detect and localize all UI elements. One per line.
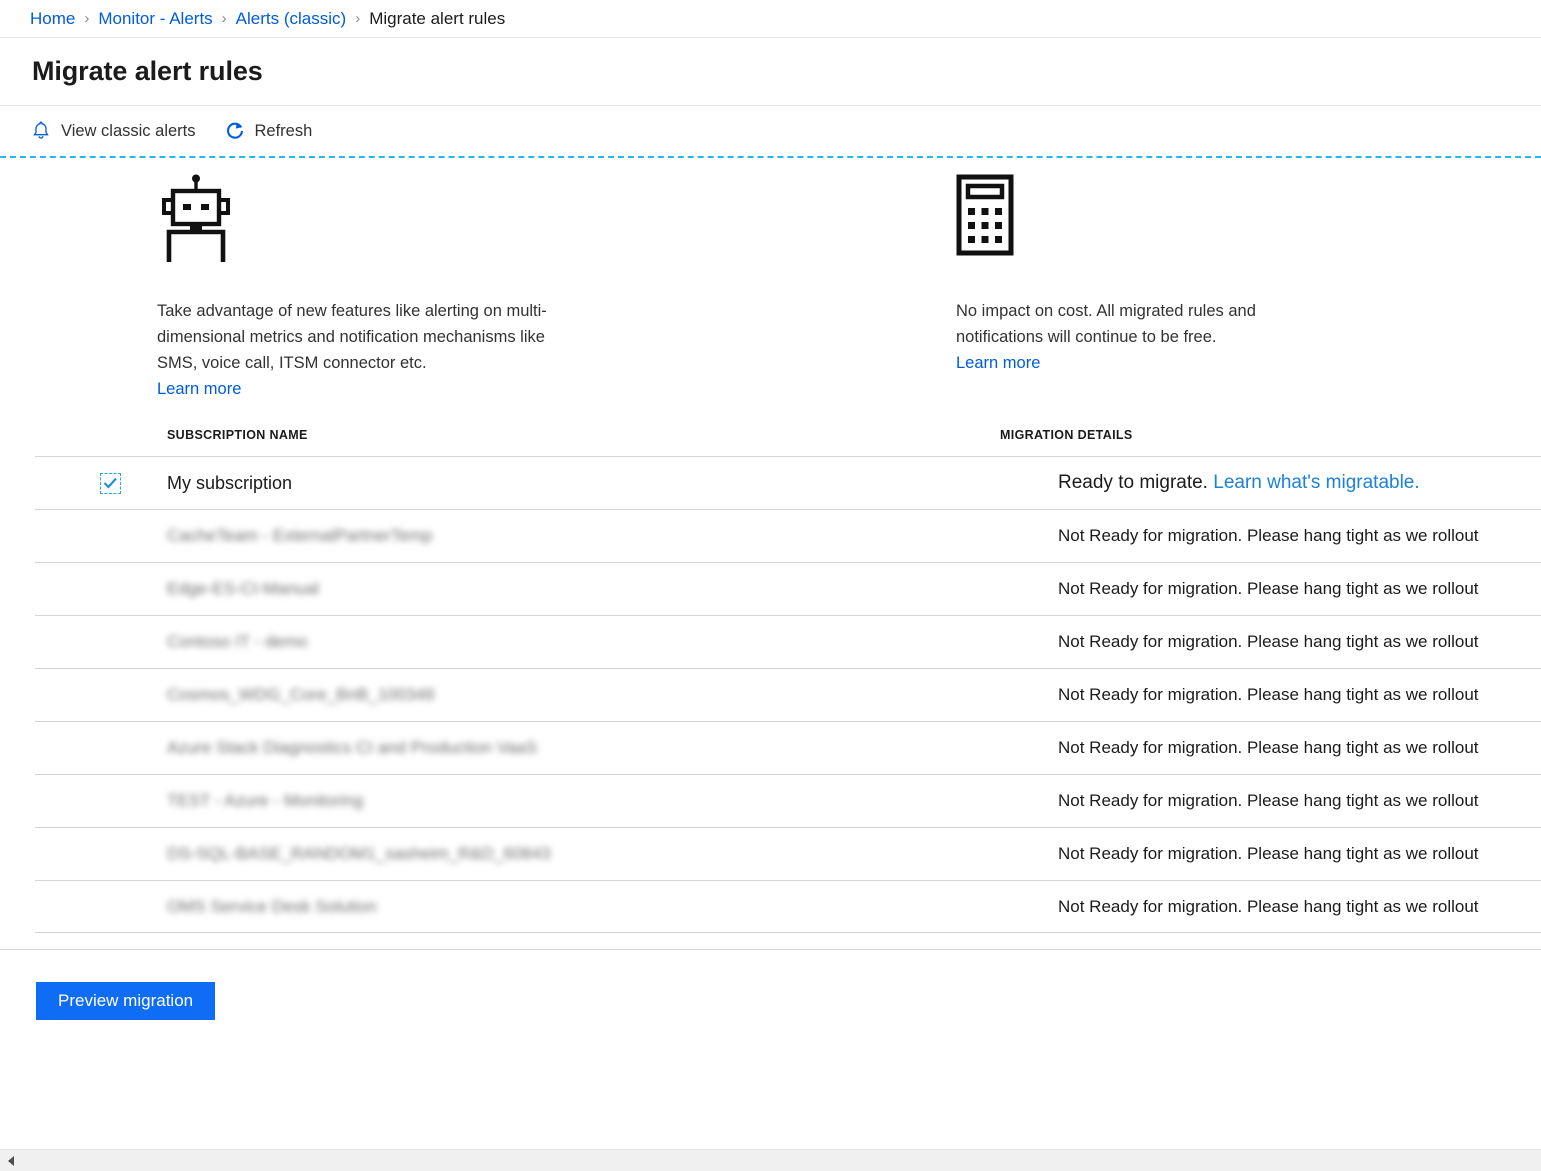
horizontal-scrollbar[interactable] bbox=[0, 1149, 1541, 1171]
migration-status-text: Not Ready for migration. Please hang tig… bbox=[1058, 579, 1479, 598]
table-row[interactable]: OMS Service Desk Solution Not Ready for m… bbox=[35, 880, 1541, 933]
subscription-name-cell: DS-SQL-BASE_RANDOM1_sasheim_R&D_60843 bbox=[167, 844, 1035, 864]
preview-migration-button[interactable]: Preview migration bbox=[36, 982, 215, 1020]
migration-status-text: Ready to migrate. bbox=[1058, 472, 1208, 493]
migration-status-text: Not Ready for migration. Please hang tig… bbox=[1058, 897, 1479, 916]
breadcrumb: Home › Monitor - Alerts › Alerts (classi… bbox=[0, 0, 1541, 38]
calculator-icon bbox=[956, 174, 1336, 270]
subscription-name-cell: Azure Stack Diagnostics CI and Productio… bbox=[167, 738, 1035, 758]
breadcrumb-item-alerts-classic[interactable]: Alerts (classic) bbox=[236, 9, 347, 29]
row-checkbox[interactable] bbox=[100, 473, 121, 494]
subscription-name-cell: Edge-ES-CI-Manual bbox=[167, 579, 1035, 599]
table-row[interactable]: Azure Stack Diagnostics CI and Productio… bbox=[35, 721, 1541, 774]
migration-details-cell: Not Ready for migration. Please hang tig… bbox=[1035, 844, 1541, 864]
table-row[interactable]: TEST - Azure - Monitoring Not Ready for m… bbox=[35, 774, 1541, 827]
subscription-name-cell: Cosmos_WDG_Core_BnB_100348 bbox=[167, 685, 1035, 705]
refresh-button[interactable]: Refresh bbox=[224, 120, 313, 142]
breadcrumb-separator-icon: › bbox=[84, 11, 89, 26]
column-header-subscription-name: SUBSCRIPTION NAME bbox=[0, 428, 1000, 442]
table-row[interactable]: Cosmos_WDG_Core_BnB_100348 Not Ready for … bbox=[35, 668, 1541, 721]
migration-status-text: Not Ready for migration. Please hang tig… bbox=[1058, 526, 1479, 545]
bell-icon bbox=[30, 120, 52, 142]
checkmark-icon bbox=[103, 477, 118, 489]
migration-details-cell: Ready to migrate. Learn what's migratabl… bbox=[1035, 472, 1541, 494]
learn-more-link-features[interactable]: Learn more bbox=[157, 376, 241, 402]
info-card-cost-text: No impact on cost. All migrated rules an… bbox=[956, 298, 1336, 350]
info-card-cost: No impact on cost. All migrated rules an… bbox=[956, 174, 1336, 376]
learn-whats-migratable-link[interactable]: Learn what's migratable. bbox=[1208, 472, 1420, 493]
migration-details-cell: Not Ready for migration. Please hang tig… bbox=[1035, 685, 1541, 705]
robot-icon bbox=[157, 174, 587, 270]
migration-details-cell: Not Ready for migration. Please hang tig… bbox=[1035, 579, 1541, 599]
breadcrumb-separator-icon: › bbox=[355, 11, 360, 26]
migration-status-text: Not Ready for migration. Please hang tig… bbox=[1058, 791, 1479, 810]
refresh-icon bbox=[224, 120, 246, 142]
breadcrumb-separator-icon: › bbox=[222, 11, 227, 26]
table-row[interactable]: Edge-ES-CI-Manual Not Ready for migration… bbox=[35, 562, 1541, 615]
migration-details-cell: Not Ready for migration. Please hang tig… bbox=[1035, 632, 1541, 652]
subscription-name-cell: Contoso IT - demo bbox=[167, 632, 1035, 652]
migration-details-cell: Not Ready for migration. Please hang tig… bbox=[1035, 738, 1541, 758]
table-row[interactable]: DS-SQL-BASE_RANDOM1_sasheim_R&D_60843 Not… bbox=[35, 827, 1541, 880]
info-card-features-text: Take advantage of new features like aler… bbox=[157, 298, 587, 376]
refresh-label: Refresh bbox=[255, 122, 313, 141]
subscription-name-cell: CacheTeam - ExternalPartnerTemp bbox=[167, 526, 1035, 546]
learn-more-link-cost[interactable]: Learn more bbox=[956, 350, 1040, 376]
subscription-name-cell: TEST - Azure - Monitoring bbox=[167, 791, 1035, 811]
table-row[interactable]: Contoso IT - demo Not Ready for migration… bbox=[35, 615, 1541, 668]
breadcrumb-item-current: Migrate alert rules bbox=[369, 9, 505, 29]
migration-status-text: Not Ready for migration. Please hang tig… bbox=[1058, 632, 1479, 651]
info-card-features: Take advantage of new features like aler… bbox=[157, 174, 587, 402]
subscriptions-table: SUBSCRIPTION NAME MIGRATION DETAILS My s… bbox=[0, 428, 1541, 933]
migrate-alert-rules-page: Home › Monitor - Alerts › Alerts (classi… bbox=[0, 0, 1541, 1171]
migration-status-text: Not Ready for migration. Please hang tig… bbox=[1058, 738, 1479, 757]
subscription-name-cell: OMS Service Desk Solution bbox=[167, 897, 1035, 917]
title-bar: Migrate alert rules bbox=[0, 38, 1541, 106]
table-body: My subscriptionReady to migrate. Learn w… bbox=[0, 456, 1541, 933]
migration-details-cell: Not Ready for migration. Please hang tig… bbox=[1035, 526, 1541, 546]
subscription-name-cell: My subscription bbox=[167, 473, 1035, 494]
scroll-left-arrow-icon[interactable] bbox=[0, 1150, 22, 1171]
command-bar: View classic alerts Refresh bbox=[0, 106, 1541, 158]
table-row[interactable]: CacheTeam - ExternalPartnerTemp Not Ready… bbox=[35, 509, 1541, 562]
footer: Preview migration bbox=[0, 950, 1541, 1044]
info-cards: Take advantage of new features like aler… bbox=[0, 158, 1541, 428]
table-header: SUBSCRIPTION NAME MIGRATION DETAILS bbox=[0, 428, 1541, 456]
table-row[interactable]: My subscriptionReady to migrate. Learn w… bbox=[35, 456, 1541, 509]
breadcrumb-item-home[interactable]: Home bbox=[30, 9, 75, 29]
migration-details-cell: Not Ready for migration. Please hang tig… bbox=[1035, 897, 1541, 917]
row-checkbox-cell bbox=[35, 473, 167, 494]
column-header-migration-details: MIGRATION DETAILS bbox=[1000, 428, 1541, 442]
migration-status-text: Not Ready for migration. Please hang tig… bbox=[1058, 685, 1479, 704]
migration-status-text: Not Ready for migration. Please hang tig… bbox=[1058, 844, 1479, 863]
view-classic-alerts-button[interactable]: View classic alerts bbox=[30, 120, 196, 142]
page-title: Migrate alert rules bbox=[32, 56, 263, 87]
breadcrumb-item-monitor-alerts[interactable]: Monitor - Alerts bbox=[98, 9, 212, 29]
migration-details-cell: Not Ready for migration. Please hang tig… bbox=[1035, 791, 1541, 811]
view-classic-alerts-label: View classic alerts bbox=[61, 122, 196, 141]
